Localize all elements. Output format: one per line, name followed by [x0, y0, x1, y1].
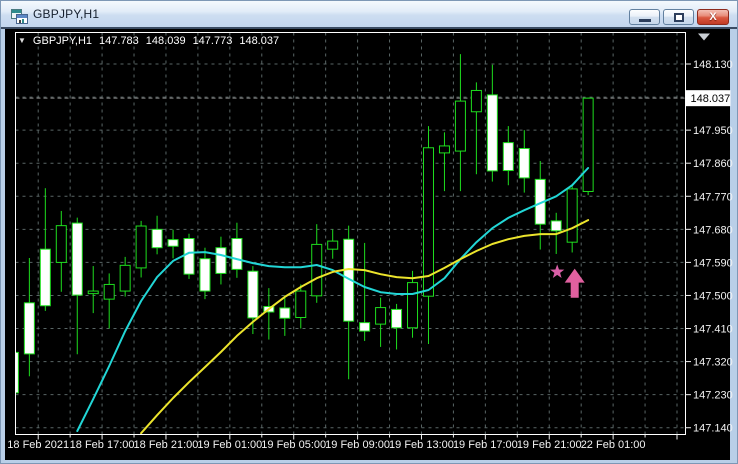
candle-bear: [486, 94, 498, 172]
candles: [15, 54, 594, 394]
candle-bull: [454, 100, 466, 152]
svg-text:22 Feb 01:00: 22 Feb 01:00: [581, 439, 646, 451]
svg-text:147.680: 147.680: [693, 224, 733, 236]
svg-text:147.500: 147.500: [693, 290, 733, 302]
candle-bear: [550, 220, 562, 232]
ma-cyan-line: [76, 167, 590, 432]
chart-window-icon[interactable]: [11, 9, 28, 24]
chart-window: 148.130 147.950 147.860 147.770 147.680 147.5…: [0, 0, 738, 464]
chart-icon-front: [16, 14, 28, 24]
quote-symbol: GBPJPY,H1: [32, 34, 93, 47]
chart-canvas[interactable]: 148.130 147.950 147.860 147.770 147.680 147.5…: [1, 1, 738, 464]
maximize-button[interactable]: [663, 9, 694, 25]
plot-border: [15, 32, 686, 435]
candle-bull: [582, 97, 594, 192]
shift-marker-icon[interactable]: [698, 33, 710, 41]
svg-text:18 Feb 2021: 18 Feb 2021: [7, 439, 69, 451]
svg-text:147.410: 147.410: [693, 324, 733, 336]
candle-bull: [438, 145, 450, 154]
restore-icon: [674, 13, 684, 22]
window-title: GBPJPY,H1: [33, 7, 100, 21]
grid: [15, 32, 686, 435]
close-icon: X: [709, 11, 717, 23]
candle-bear: [39, 248, 51, 307]
svg-text:19 Feb 05:00: 19 Feb 05:00: [261, 439, 326, 451]
candle-bear: [183, 238, 195, 275]
quote-close: 148.037: [239, 34, 280, 47]
candle-bull: [375, 307, 387, 325]
candle-bear: [23, 302, 35, 355]
candle-bear: [151, 228, 163, 249]
minimize-icon: [639, 19, 651, 22]
candle-bull: [119, 264, 131, 292]
svg-text:148.130: 148.130: [693, 59, 733, 71]
titlebar-separator: [1, 27, 737, 29]
svg-text:18 Feb 17:00: 18 Feb 17:00: [70, 439, 135, 451]
chevron-down-icon: ▼: [18, 36, 26, 45]
candle-bear: [167, 239, 179, 247]
svg-text:147.590: 147.590: [693, 257, 733, 269]
candle-bull: [295, 290, 307, 319]
svg-text:19 Feb 13:00: 19 Feb 13:00: [389, 439, 454, 451]
svg-text:19 Feb 17:00: 19 Feb 17:00: [453, 439, 518, 451]
plot-area: [15, 32, 686, 435]
candle-bear: [71, 222, 83, 296]
candle-bull: [311, 243, 323, 297]
svg-text:18 Feb 21:00: 18 Feb 21:00: [134, 439, 199, 451]
minimize-button[interactable]: [629, 9, 660, 25]
candle-bull: [55, 225, 67, 263]
svg-text:147.770: 147.770: [693, 191, 733, 203]
svg-text:147.860: 147.860: [693, 158, 733, 170]
candle-bear: [279, 307, 291, 319]
candle-bear: [215, 247, 227, 274]
candle-bull: [566, 188, 578, 243]
svg-text:147.320: 147.320: [693, 357, 733, 369]
price-axis: 148.130 147.950 147.860 147.770 147.680 147.5…: [685, 59, 733, 435]
arrow-up-annotation: [564, 268, 585, 298]
candle-bear: [199, 258, 211, 292]
candle-bull: [407, 282, 419, 329]
candle-bear: [231, 238, 243, 270]
candle-bear: [518, 148, 530, 179]
time-axis: 18 Feb 2021 18 Feb 17:00 18 Feb 21:00 19 Fe…: [7, 434, 678, 451]
quote-low: 147.773: [192, 34, 233, 47]
quote-line: ▼ GBPJPY,H1 147.783 148.039 147.773 148.…: [18, 34, 279, 47]
svg-text:147.950: 147.950: [693, 125, 733, 137]
svg-text:19 Feb 21:00: 19 Feb 21:00: [517, 439, 582, 451]
svg-text:19 Feb 01:00: 19 Feb 01:00: [197, 439, 262, 451]
star-annotation: [550, 264, 565, 278]
quote-high: 148.039: [145, 34, 186, 47]
svg-text:148.037: 148.037: [691, 93, 731, 105]
candle-bull: [87, 290, 99, 295]
candle-bear: [15, 351, 19, 394]
svg-text:147.230: 147.230: [693, 390, 733, 402]
candle-bear: [391, 308, 403, 329]
candle-bull: [327, 240, 339, 250]
quote-open: 147.783: [99, 34, 139, 47]
candle-bear: [359, 322, 371, 332]
current-price-tag: 148.037: [685, 90, 731, 107]
candle-bear: [502, 142, 514, 172]
svg-text:19 Feb 09:00: 19 Feb 09:00: [325, 439, 390, 451]
title-bar[interactable]: GBPJPY,H1 X: [1, 1, 737, 27]
candle-bull: [103, 283, 115, 300]
candle-bull: [135, 225, 147, 269]
candle-bull: [470, 89, 482, 113]
close-button[interactable]: X: [697, 9, 729, 25]
candle-bear: [247, 270, 259, 319]
svg-text:147.140: 147.140: [693, 423, 733, 435]
